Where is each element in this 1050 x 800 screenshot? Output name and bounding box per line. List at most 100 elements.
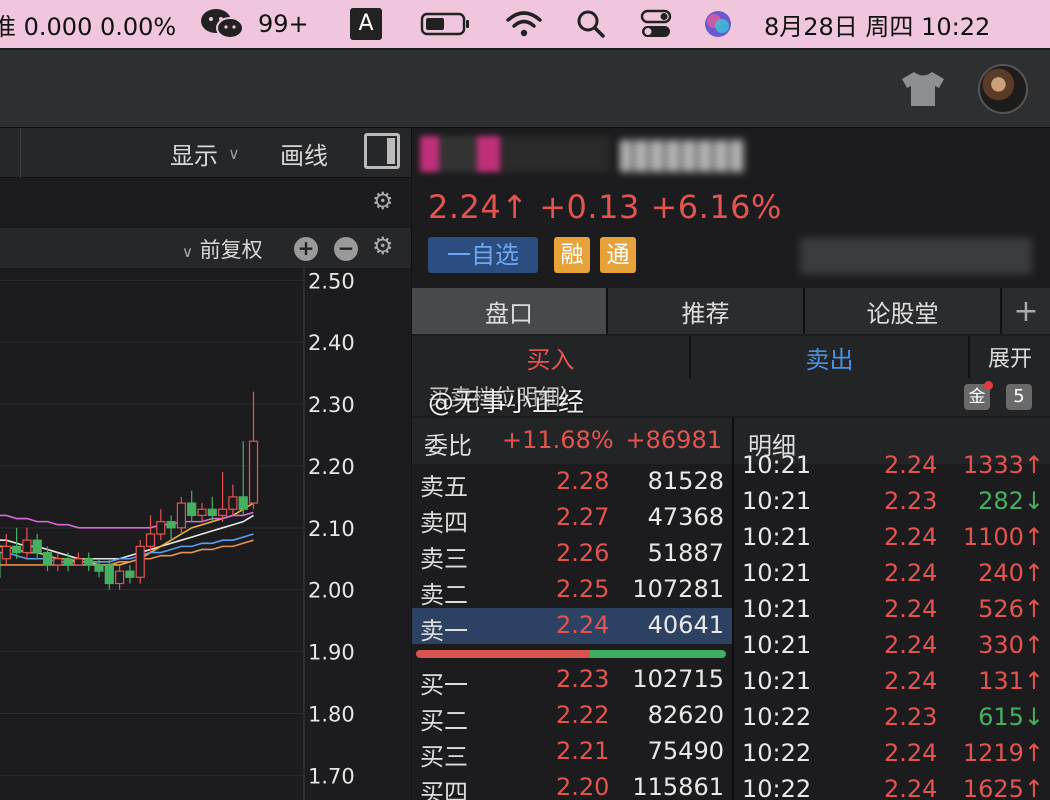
orderbook-price: 2.21 <box>556 737 610 765</box>
gear-icon[interactable]: ⚙ <box>372 187 394 215</box>
y-tick-label: 1.90 <box>308 641 355 665</box>
stock-info-redacted <box>800 238 1032 274</box>
bid-row[interactable]: 买二 2.22 82620 <box>412 698 732 735</box>
tick-row[interactable]: 10:21 2.24 1333↑ <box>734 448 1050 484</box>
ask-row[interactable]: 卖五 2.28 81528 <box>412 464 732 501</box>
menubar-clock[interactable]: 8月28日 周四 10:22 <box>764 0 990 48</box>
orderbook-price: 2.28 <box>556 467 610 495</box>
zoom-out-icon[interactable]: − <box>334 237 358 261</box>
gear-icon[interactable]: ⚙ <box>372 232 394 260</box>
orderbook-volume: 82620 <box>647 701 724 729</box>
orderbook-price: 2.23 <box>556 665 610 693</box>
orderbook-volume: 115861 <box>632 773 724 800</box>
sell-button[interactable]: 卖出 <box>691 336 968 378</box>
toolbar-divider <box>20 128 21 178</box>
candle-body <box>145 533 156 547</box>
avatar[interactable] <box>978 64 1028 114</box>
detail-tabs: 盘口 推荐 论股堂 + <box>412 288 1050 334</box>
tick-time: 10:21 <box>742 523 812 551</box>
candle-body <box>1 545 11 560</box>
siri-icon[interactable] <box>703 0 733 48</box>
search-icon[interactable] <box>576 0 606 48</box>
draw-line-button[interactable]: 画线 <box>280 136 328 171</box>
tick-time: 10:22 <box>742 703 812 731</box>
zoom-in-icon[interactable]: + <box>294 237 318 261</box>
chart-settings-row: ⚙ <box>0 179 411 227</box>
add-watchlist-button[interactable]: 一自选 <box>428 237 538 273</box>
price-adjust-dropdown[interactable]: ∨ 前复权 <box>182 234 263 264</box>
tab-recommend[interactable]: 推荐 <box>608 288 803 334</box>
wifi-icon[interactable] <box>506 0 542 48</box>
candle-body <box>32 539 42 554</box>
chart-toolbar: 显示 ∨ 画线 <box>0 128 411 178</box>
candle-body <box>176 502 186 529</box>
tab-orderbook[interactable]: 盘口 <box>412 288 606 334</box>
input-method-icon[interactable]: A <box>350 0 382 48</box>
candle-body <box>238 496 248 510</box>
tick-price: 2.24 <box>884 559 938 587</box>
panel-toggle-icon[interactable] <box>364 133 400 169</box>
ratio-sell-segment <box>589 650 726 658</box>
shirt-icon[interactable] <box>898 70 948 112</box>
tick-time: 10:21 <box>742 559 812 587</box>
order-diff-value: +86981 <box>625 426 722 454</box>
tick-row[interactable]: 10:22 2.24 1219↑ <box>734 736 1050 772</box>
gold-icon[interactable]: 金 <box>964 381 993 410</box>
expand-button[interactable]: 展开 <box>970 336 1050 378</box>
tick-row[interactable]: 10:21 2.24 330↑ <box>734 628 1050 664</box>
tick-time: 10:21 <box>742 451 812 479</box>
candle-body <box>135 545 145 578</box>
candle-body <box>207 508 217 517</box>
tick-time: 10:21 <box>742 487 812 515</box>
y-tick-label: 2.20 <box>308 455 355 479</box>
candle-body <box>166 521 176 529</box>
tick-row[interactable]: 10:21 2.24 526↑ <box>734 592 1050 628</box>
ask-row[interactable]: 卖三 2.26 51887 <box>412 536 732 573</box>
orderbook-level-label: 卖一 <box>420 617 468 645</box>
tick-row[interactable]: 10:21 2.23 282↓ <box>734 484 1050 520</box>
tick-price: 2.23 <box>884 703 938 731</box>
stock-quote: 2.24↑ +0.13 +6.16% <box>428 188 782 226</box>
ask-row[interactable]: 卖二 2.25 107281 <box>412 572 732 609</box>
tick-row[interactable]: 10:22 2.23 615↓ <box>734 700 1050 736</box>
menubar-stock-ticker[interactable]: 准 0.000 0.00% <box>0 0 176 48</box>
control-center-icon[interactable] <box>640 0 672 48</box>
orderbook-level-label: 买一 <box>420 671 468 699</box>
bid-row[interactable]: 买三 2.21 75490 <box>412 734 732 771</box>
bid-row[interactable]: 买一 2.23 102715 <box>412 662 732 699</box>
tick-row[interactable]: 10:22 2.24 1625↑ <box>734 772 1050 800</box>
display-dropdown[interactable]: 显示 ∨ <box>170 136 240 171</box>
candle-body <box>42 551 53 566</box>
tab-forum[interactable]: 论股堂 <box>805 288 1000 334</box>
buy-button[interactable]: 买入 <box>412 336 689 378</box>
tick-row[interactable]: 10:21 2.24 240↑ <box>734 556 1050 592</box>
orderbook-price: 2.20 <box>556 773 610 800</box>
battery-icon[interactable] <box>420 0 472 48</box>
y-tick-label: 2.30 <box>308 393 355 417</box>
wechat-icon[interactable] <box>200 0 244 48</box>
ratio-buy-segment <box>416 650 590 658</box>
ask-row[interactable]: 卖一 2.24 40641 <box>412 608 732 645</box>
orderbook-level-label: 卖三 <box>420 545 468 573</box>
orderbook-price: 2.22 <box>556 701 610 729</box>
app-title-bar <box>0 50 1050 128</box>
candle-body <box>53 558 63 566</box>
margin-tag[interactable]: 融 <box>554 237 590 273</box>
candle-body <box>218 508 228 517</box>
tick-volume: 1333↑ <box>962 451 1044 479</box>
bid-row[interactable]: 买四 2.20 115861 <box>412 770 732 800</box>
tick-row[interactable]: 10:21 2.24 131↑ <box>734 664 1050 700</box>
orderbook-level-label: 卖五 <box>420 473 468 501</box>
connect-tag[interactable]: 通 <box>600 237 636 273</box>
count-badge[interactable]: 5 <box>1006 384 1032 410</box>
candlestick-chart[interactable]: 2.50 2.40 2.30 2.20 2.10 2.00 1.90 1.80 1.70 <box>0 268 411 800</box>
candle-body <box>114 570 125 585</box>
tick-volume: 330↑ <box>978 631 1044 659</box>
tick-row[interactable]: 10:21 2.24 1100↑ <box>734 520 1050 556</box>
ask-row[interactable]: 卖四 2.27 47368 <box>412 500 732 537</box>
tick-volume: 526↑ <box>978 595 1044 623</box>
orderbook-volume: 40641 <box>647 611 724 639</box>
tick-price: 2.24 <box>884 451 938 479</box>
tick-volume: 1625↑ <box>962 775 1044 800</box>
add-tab-button[interactable]: + <box>1002 288 1050 334</box>
